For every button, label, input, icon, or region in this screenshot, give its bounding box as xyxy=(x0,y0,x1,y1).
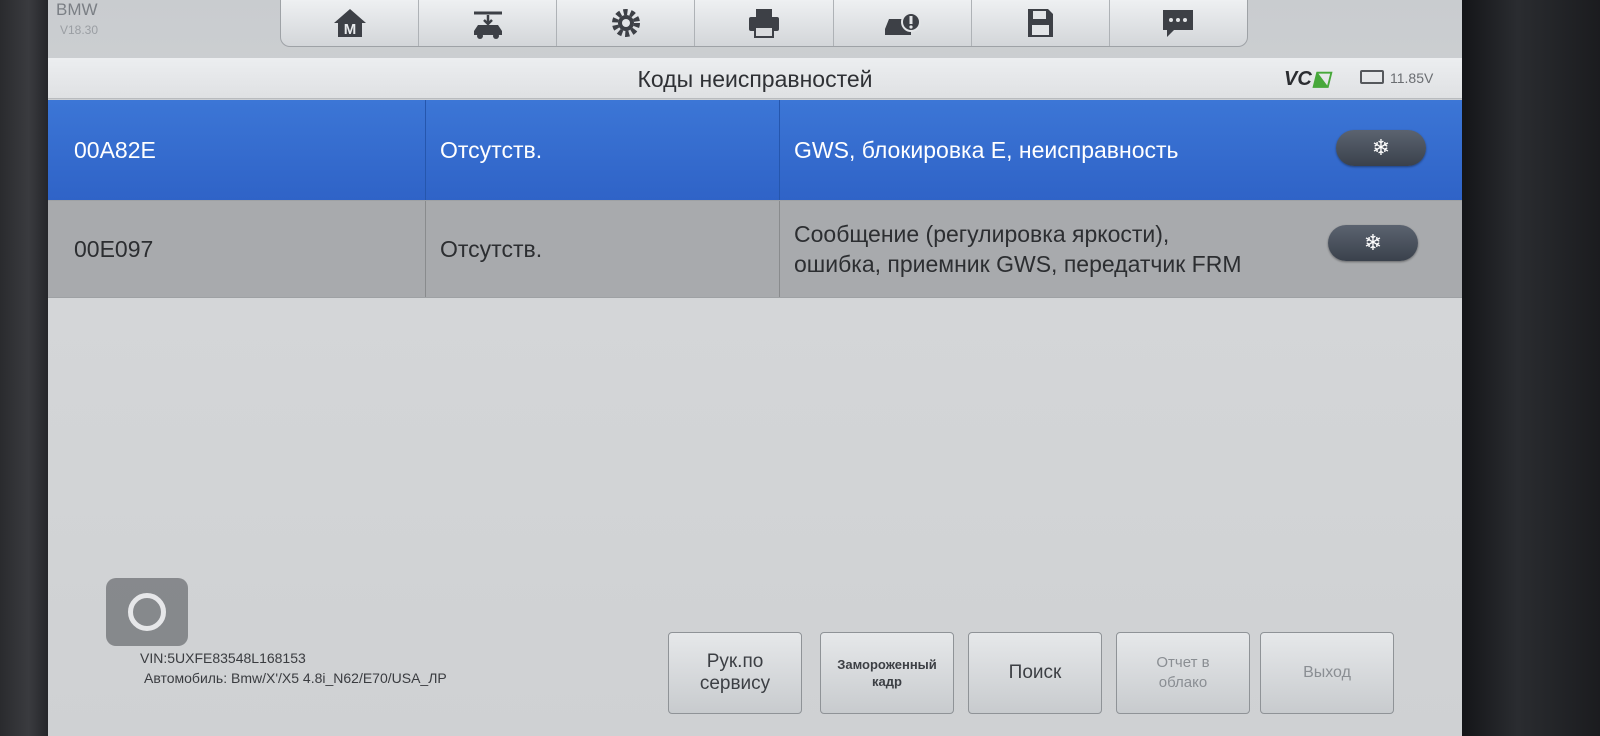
battery-icon xyxy=(1360,70,1384,84)
button-label: Выход xyxy=(1303,664,1351,681)
dtc-code: 00A82E xyxy=(48,100,426,200)
brand-version: V18.30 xyxy=(60,23,99,37)
freeze-frame-button[interactable]: ❄ xyxy=(1328,225,1418,261)
vehicle-info: Автомобиль: Bmw/X'/X5 4.8i_N62/E70/USA_Л… xyxy=(144,670,447,686)
search-button[interactable]: Поиск xyxy=(968,632,1102,714)
gear-icon xyxy=(611,9,640,37)
toolbar-home-button[interactable]: M xyxy=(281,0,420,46)
svg-text:M: M xyxy=(343,21,356,38)
toolbar-lift-button[interactable] xyxy=(419,0,558,46)
button-label: сервису xyxy=(699,673,771,694)
car-settings-icon xyxy=(885,12,922,35)
dtc-description-line: Сообщение (регулировка яркости), xyxy=(794,221,1170,247)
brand-name: BMW xyxy=(56,0,98,19)
service-manual-button[interactable]: Рук.по сервису xyxy=(668,632,802,714)
snowflake-icon: ❄ xyxy=(1363,230,1383,255)
dtc-row[interactable]: 00E097 Отсутств. Сообщение (регулировка … xyxy=(48,201,1462,298)
vci-status: VC⬕ xyxy=(1284,66,1331,91)
vehicle-vin: VIN:5UXFE83548L168153 xyxy=(140,650,306,666)
screen: BMW V18.30 M Коды неисправностей VC⬕ 11.… xyxy=(48,0,1462,736)
dtc-status: Отсутств. xyxy=(426,201,780,297)
exit-button[interactable]: Выход xyxy=(1260,632,1394,714)
dtc-row[interactable]: 00A82E Отсутств. GWS, блокировка E, неис… xyxy=(48,100,1462,201)
toolbar-chat-button[interactable] xyxy=(1110,0,1247,46)
vci-label: VC xyxy=(1284,68,1312,90)
printer-icon xyxy=(748,9,779,38)
home-m-icon: M xyxy=(333,9,366,38)
toolbar: M xyxy=(280,0,1248,47)
device-bezel-left xyxy=(0,0,48,736)
dtc-description-line: ошибка, приемник GWS, передатчик FRM xyxy=(794,251,1242,277)
button-label: Замороженный xyxy=(837,657,937,672)
car-lift-icon xyxy=(473,11,502,39)
button-label: Рук.по xyxy=(706,651,764,672)
brand: BMW V18.30 xyxy=(56,0,136,50)
toolbar-settings-button[interactable] xyxy=(557,0,696,46)
toolbar-vehicle-button[interactable] xyxy=(834,0,972,46)
save-icon xyxy=(1028,9,1054,37)
vci-link-icon: ⬕ xyxy=(1311,68,1331,90)
toolbar-print-button[interactable] xyxy=(695,0,834,46)
cloud-report-button[interactable]: Отчет в облако xyxy=(1116,632,1250,714)
toolbar-save-button[interactable] xyxy=(972,0,1110,46)
chat-icon xyxy=(1163,10,1194,37)
button-label: кадр xyxy=(872,674,902,689)
snowflake-icon: ❄ xyxy=(1371,135,1391,160)
page-title: Коды неисправностей xyxy=(637,66,873,92)
button-label: облако xyxy=(1158,674,1208,691)
freeze-frame-button[interactable]: ❄ xyxy=(1336,130,1426,166)
dtc-status: Отсутств. xyxy=(426,100,780,200)
button-label: Поиск xyxy=(1008,662,1062,683)
dtc-code: 00E097 xyxy=(48,201,426,297)
circle-icon xyxy=(128,593,166,631)
title-bar: Коды неисправностей VC⬕ 11.85V xyxy=(48,58,1462,99)
device-bezel-right xyxy=(1462,0,1600,736)
floating-home-button[interactable] xyxy=(106,578,188,646)
button-label: Отчет в xyxy=(1156,654,1210,671)
battery-voltage: 11.85V xyxy=(1390,70,1434,86)
freeze-frame-main-button[interactable]: Замороженный кадр xyxy=(820,632,954,714)
dtc-description-line: GWS, блокировка E, неисправность xyxy=(794,137,1179,163)
